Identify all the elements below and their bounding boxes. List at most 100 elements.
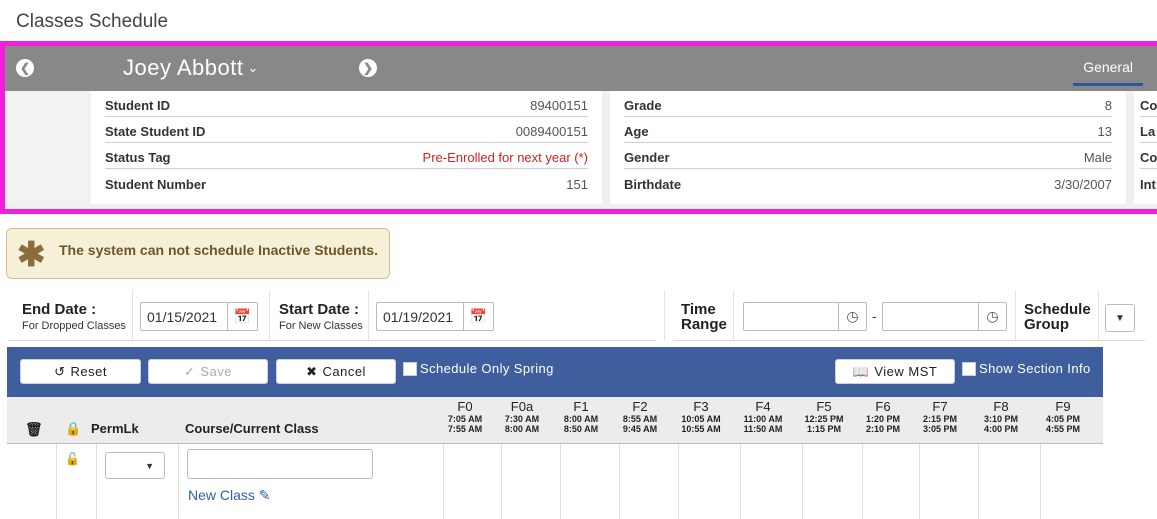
period-header-f4: F4 11:00 AM 11:50 AM (733, 399, 793, 434)
schedule-only-spring-label: Schedule Only Spring (420, 361, 554, 376)
student-banner: ❮ Joey Abbott ⌄ ❯ General Student ID 89400… (0, 41, 1157, 214)
period-column-divider (560, 444, 561, 519)
info-column-middle: Grade 8 Age 13 Gender Male Birthdate 3/30/20… (610, 91, 1126, 204)
period-end: 1:15 PM (806, 424, 841, 434)
period-name: F9 (1055, 399, 1071, 414)
period-header-f7: F7 2:15 PM 3:05 PM (910, 399, 970, 434)
field-label: Status Tag (105, 150, 171, 165)
view-mst-button[interactable]: 📖 View MST (835, 359, 955, 384)
field-value: 13 (1097, 124, 1112, 139)
field-label: Gender (624, 150, 670, 165)
clock-icon[interactable]: ◷ (978, 303, 1006, 330)
check-icon: ✓ (183, 363, 196, 379)
field-student-id: Student ID 89400151 (105, 91, 588, 117)
end-date-subtitle: For Dropped Classes (22, 320, 126, 332)
warning-message: The system can not schedule Inactive Stu… (59, 242, 378, 258)
period-start: 7:05 AM (447, 414, 483, 424)
field-label: Student ID (105, 98, 170, 113)
field-label: Co (1140, 150, 1157, 165)
field-label: Birthdate (624, 176, 682, 192)
period-end: 3:05 PM (922, 424, 957, 434)
permlk-header: PermLk (91, 421, 139, 436)
time-to-field[interactable]: ◷ (882, 302, 1007, 331)
cancel-button[interactable]: ✖ Cancel (276, 359, 396, 384)
course-input[interactable] (187, 449, 373, 479)
lock-icon: 🔒 (65, 421, 82, 436)
period-header-f0: F0 7:05 AM 7:55 AM (435, 399, 495, 434)
schedule-group-dropdown[interactable]: ▼ (1105, 304, 1135, 332)
start-date-field[interactable]: 01/19/2021 📅 (376, 302, 494, 331)
book-icon: 📖 (852, 363, 870, 379)
permlk-select[interactable]: ▼ (105, 452, 165, 479)
close-icon: ✖ (306, 363, 318, 379)
status-tag-value: Pre-Enrolled for next year (*) (422, 150, 588, 165)
cancel-label: Cancel (322, 364, 366, 379)
schedule-only-spring-checkbox[interactable]: Schedule Only Spring (403, 361, 554, 376)
field-label: Grade (624, 98, 662, 113)
next-student-icon[interactable]: ❯ (359, 59, 377, 77)
field-partial: La (1140, 117, 1157, 143)
info-column-right: Co La Co Int (1134, 91, 1157, 204)
schedule-toolbar: ↺ Reset ✓ Save ✖ Cancel Schedule Only Sprin… (7, 347, 1103, 397)
field-partial: Co (1140, 143, 1157, 169)
asterisk-icon: ✱ (17, 236, 46, 274)
banner-body: Student ID 89400151 State Student ID 00894… (5, 91, 1157, 209)
period-name: F4 (755, 399, 771, 414)
period-start: 2:15 PM (922, 414, 957, 424)
caret-down-icon: ▼ (1115, 312, 1125, 324)
period-start: 10:05 AM (681, 414, 721, 424)
period-start: 8:00 AM (563, 414, 599, 424)
start-date-title: Start Date : (279, 301, 360, 318)
save-button[interactable]: ✓ Save (148, 359, 268, 384)
end-date-field[interactable]: 01/15/2021 📅 (140, 302, 258, 331)
schedule-grid-body: 🔓 ▼ New Class ✎ (7, 444, 1103, 519)
period-header-f9: F9 4:05 PM 4:55 PM (1033, 399, 1093, 434)
period-end: 8:00 AM (504, 424, 540, 434)
period-start: 12:25 PM (804, 414, 844, 424)
start-date-subtitle: For New Classes (279, 320, 363, 332)
reset-button[interactable]: ↺ Reset (20, 359, 141, 384)
period-name: F6 (875, 399, 891, 414)
end-date-title: End Date : (22, 301, 97, 318)
period-header-f8: F8 3:10 PM 4:00 PM (971, 399, 1031, 434)
new-class-link[interactable]: New Class ✎ (188, 487, 271, 504)
checkbox-icon[interactable] (403, 361, 417, 376)
period-column-divider (501, 444, 502, 519)
field-age: Age 13 (624, 117, 1112, 143)
period-start: 7:30 AM (504, 414, 540, 424)
field-value: 89400151 (530, 98, 588, 113)
student-name-dropdown[interactable]: Joey Abbott ⌄ (123, 55, 259, 81)
show-section-info-label: Show Section Info (979, 361, 1091, 376)
field-grade: Grade 8 (624, 91, 1112, 117)
period-header-f6: F6 1:20 PM 2:10 PM (853, 399, 913, 434)
field-birthdate: Birthdate 3/30/2007 (624, 169, 1112, 195)
period-column-divider (1040, 444, 1041, 519)
period-column-divider (919, 444, 920, 519)
time-from-field[interactable]: ◷ (743, 302, 867, 331)
tab-general[interactable]: General (1073, 59, 1143, 86)
period-name: F8 (993, 399, 1009, 414)
previous-student-icon[interactable]: ❮ (16, 59, 34, 77)
calendar-icon[interactable]: 📅 (227, 303, 257, 330)
undo-icon: ↺ (54, 363, 66, 379)
field-student-number: Student Number 151 (105, 169, 588, 195)
field-partial: Co (1140, 91, 1157, 117)
schedule-grid-header: 🗑 🔒 PermLk Course/Current Class F0 7:05 A… (7, 397, 1103, 444)
period-column-divider (678, 444, 679, 519)
trash-icon: 🗑 (25, 421, 43, 437)
end-date-value: 01/15/2021 (147, 309, 218, 325)
unlock-icon[interactable]: 🔓 (65, 452, 80, 466)
start-date-value: 01/19/2021 (383, 309, 454, 325)
period-end: 8:50 AM (563, 424, 599, 434)
calendar-icon[interactable]: 📅 (463, 303, 493, 330)
time-separator: - (872, 308, 877, 324)
field-value: 151 (566, 176, 588, 192)
show-section-info-checkbox[interactable]: Show Section Info (962, 361, 1091, 376)
start-date-label: Start Date : For New Classes (279, 302, 363, 334)
schedule-group-line2: Group (1024, 316, 1069, 333)
period-start: 8:55 AM (622, 414, 658, 424)
period-end: 7:55 AM (447, 424, 483, 434)
checkbox-icon[interactable] (962, 361, 976, 376)
period-header-f2: F2 8:55 AM 9:45 AM (610, 399, 670, 434)
clock-icon[interactable]: ◷ (838, 303, 866, 330)
